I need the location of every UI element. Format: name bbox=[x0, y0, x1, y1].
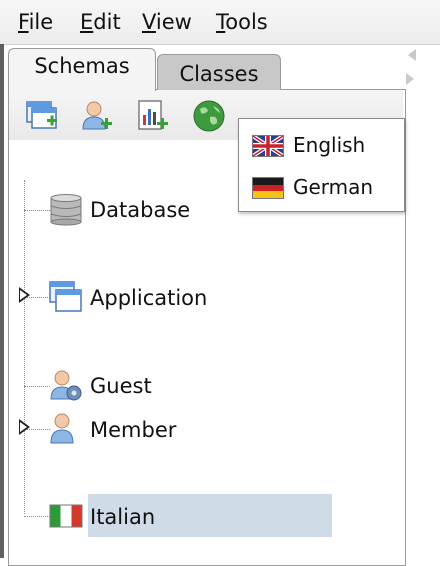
add-user-icon[interactable] bbox=[80, 99, 114, 133]
expand-application-icon[interactable] bbox=[19, 287, 30, 303]
tree-connector bbox=[24, 516, 50, 517]
language-menu: English German bbox=[238, 118, 405, 212]
menu-view[interactable]: View bbox=[142, 9, 192, 35]
tab-schemas[interactable]: Schemas bbox=[8, 48, 156, 91]
expand-member-icon[interactable] bbox=[19, 419, 30, 435]
italian-flag-icon bbox=[49, 499, 83, 533]
language-menu-item-english[interactable]: English bbox=[239, 125, 404, 165]
add-chart-icon[interactable] bbox=[136, 99, 170, 133]
german-flag-icon bbox=[252, 177, 284, 199]
new-window-icon[interactable] bbox=[25, 99, 59, 133]
tree-item-italian[interactable]: Italian bbox=[90, 503, 155, 531]
application-window-icon bbox=[49, 280, 83, 314]
language-label-german: German bbox=[293, 175, 374, 199]
tree-guide-line bbox=[24, 180, 25, 514]
menu-tools[interactable]: Tools bbox=[216, 9, 268, 35]
member-user-icon bbox=[49, 412, 83, 446]
tree-connector bbox=[24, 210, 50, 211]
tab-scroll-right-icon[interactable] bbox=[406, 73, 414, 85]
tab-scroll-left-icon[interactable] bbox=[408, 49, 416, 61]
window-edge bbox=[0, 44, 4, 558]
menu-file[interactable]: File bbox=[18, 9, 53, 35]
tree-item-member[interactable]: Member bbox=[90, 416, 176, 444]
menu-bar: File Edit View Tools bbox=[0, 0, 440, 45]
language-menu-item-german[interactable]: German bbox=[239, 167, 404, 207]
database-icon bbox=[49, 193, 83, 227]
tab-classes[interactable]: Classes bbox=[157, 54, 281, 93]
globe-icon[interactable] bbox=[192, 99, 226, 133]
tree-item-guest[interactable]: Guest bbox=[90, 372, 152, 400]
tree-connector bbox=[24, 386, 50, 387]
uk-flag-icon bbox=[252, 135, 284, 157]
guest-user-icon bbox=[49, 369, 83, 403]
language-label-english: English bbox=[293, 133, 366, 157]
tree-item-application[interactable]: Application bbox=[90, 284, 207, 312]
tree-item-database[interactable]: Database bbox=[90, 196, 190, 224]
menu-edit[interactable]: Edit bbox=[80, 9, 121, 35]
